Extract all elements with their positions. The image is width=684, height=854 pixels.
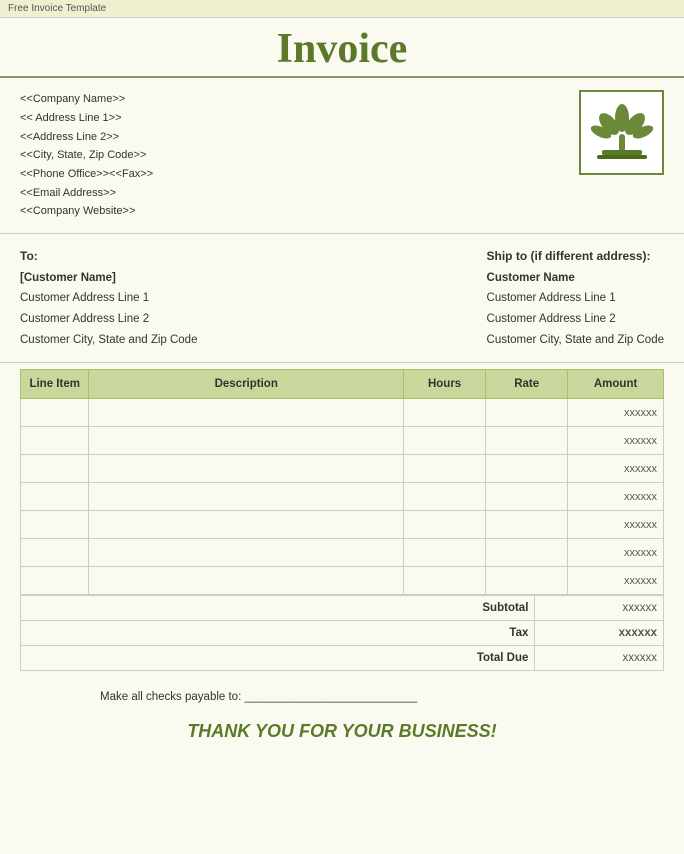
table-row: xxxxxx — [21, 539, 664, 567]
totaldue-value: xxxxxx — [535, 646, 664, 671]
ship-to-label: Ship to (if different address): — [487, 246, 664, 268]
cell-rate-1 — [486, 427, 568, 455]
bill-customer-name: [Customer Name] — [20, 268, 197, 289]
cell-hours-4 — [404, 511, 486, 539]
subtotal-row: Subtotal xxxxxx — [21, 596, 664, 621]
cell-amount-0: xxxxxx — [568, 399, 664, 427]
subtotal-label: Subtotal — [21, 596, 535, 621]
cell-desc-4 — [89, 511, 404, 539]
cell-lineitem-1 — [21, 427, 89, 455]
ship-address1: Customer Address Line 1 — [487, 288, 664, 309]
cell-amount-6: xxxxxx — [568, 567, 664, 595]
cell-rate-0 — [486, 399, 568, 427]
thank-you: THANK YOU FOR YOUR BUSINESS! — [20, 721, 664, 742]
logo-svg — [587, 98, 657, 168]
top-bar-label: Free Invoice Template — [8, 3, 106, 14]
company-address1: << Address Line 1>> — [20, 109, 153, 128]
company-info: <<Company Name>> << Address Line 1>> <<A… — [20, 90, 153, 221]
tax-value: xxxxxx — [535, 621, 664, 646]
invoice-title: Invoice — [0, 26, 684, 72]
col-header-description: Description — [89, 370, 404, 399]
ship-to: Ship to (if different address): Customer… — [487, 246, 664, 350]
cell-lineitem-4 — [21, 511, 89, 539]
table-row: xxxxxx — [21, 427, 664, 455]
cell-amount-1: xxxxxx — [568, 427, 664, 455]
cell-rate-5 — [486, 539, 568, 567]
ship-address2: Customer Address Line 2 — [487, 309, 664, 330]
checks-payable: Make all checks payable to: ____________… — [20, 691, 664, 703]
cell-amount-4: xxxxxx — [568, 511, 664, 539]
cell-desc-5 — [89, 539, 404, 567]
table-row: xxxxxx — [21, 567, 664, 595]
cell-desc-6 — [89, 567, 404, 595]
company-phone: <<Phone Office>><<Fax>> — [20, 165, 153, 184]
bill-to: To: [Customer Name] Customer Address Lin… — [20, 246, 197, 350]
totaldue-row: Total Due xxxxxx — [21, 646, 664, 671]
cell-hours-2 — [404, 455, 486, 483]
cell-rate-2 — [486, 455, 568, 483]
cell-desc-2 — [89, 455, 404, 483]
totals-section: Subtotal xxxxxx Tax xxxxxx Total Due xxx… — [0, 595, 684, 671]
table-row: xxxxxx — [21, 399, 664, 427]
tax-row: Tax xxxxxx — [21, 621, 664, 646]
cell-rate-3 — [486, 483, 568, 511]
address-section: To: [Customer Name] Customer Address Lin… — [0, 234, 684, 363]
cell-hours-3 — [404, 483, 486, 511]
cell-amount-2: xxxxxx — [568, 455, 664, 483]
ship-customer-name: Customer Name — [487, 268, 664, 289]
cell-rate-4 — [486, 511, 568, 539]
cell-hours-5 — [404, 539, 486, 567]
cell-hours-1 — [404, 427, 486, 455]
company-city: <<City, State, Zip Code>> — [20, 146, 153, 165]
totaldue-label: Total Due — [21, 646, 535, 671]
totals-table: Subtotal xxxxxx Tax xxxxxx Total Due xxx… — [20, 595, 664, 671]
cell-hours-0 — [404, 399, 486, 427]
table-row: xxxxxx — [21, 455, 664, 483]
cell-lineitem-0 — [21, 399, 89, 427]
bill-city: Customer City, State and Zip Code — [20, 330, 197, 351]
table-header-row: Line Item Description Hours Rate Amount — [21, 370, 664, 399]
company-website: <<Company Website>> — [20, 202, 153, 221]
cell-amount-3: xxxxxx — [568, 483, 664, 511]
company-name: <<Company Name>> — [20, 90, 153, 109]
page-wrapper: Free Invoice Template Invoice <<Company … — [0, 0, 684, 854]
cell-amount-5: xxxxxx — [568, 539, 664, 567]
top-bar: Free Invoice Template — [0, 0, 684, 18]
cell-desc-1 — [89, 427, 404, 455]
company-address2: <<Address Line 2>> — [20, 128, 153, 147]
invoice-table: Line Item Description Hours Rate Amount … — [20, 369, 664, 595]
cell-lineitem-5 — [21, 539, 89, 567]
bill-to-label: To: — [20, 246, 197, 268]
company-logo-row: <<Company Name>> << Address Line 1>> <<A… — [0, 78, 684, 234]
company-logo — [579, 90, 664, 175]
footer-section: Make all checks payable to: ____________… — [0, 671, 684, 752]
col-header-amount: Amount — [568, 370, 664, 399]
ship-city: Customer City, State and Zip Code — [487, 330, 664, 351]
bill-address1: Customer Address Line 1 — [20, 288, 197, 309]
cell-rate-6 — [486, 567, 568, 595]
bill-address2: Customer Address Line 2 — [20, 309, 197, 330]
cell-desc-3 — [89, 483, 404, 511]
cell-lineitem-6 — [21, 567, 89, 595]
table-section: Line Item Description Hours Rate Amount … — [0, 369, 684, 595]
cell-desc-0 — [89, 399, 404, 427]
table-row: xxxxxx — [21, 483, 664, 511]
cell-lineitem-2 — [21, 455, 89, 483]
col-header-lineitem: Line Item — [21, 370, 89, 399]
col-header-hours: Hours — [404, 370, 486, 399]
table-row: xxxxxx — [21, 511, 664, 539]
header-section: Invoice — [0, 18, 684, 78]
tax-label: Tax — [21, 621, 535, 646]
cell-lineitem-3 — [21, 483, 89, 511]
col-header-rate: Rate — [486, 370, 568, 399]
cell-hours-6 — [404, 567, 486, 595]
subtotal-value: xxxxxx — [535, 596, 664, 621]
company-email: <<Email Address>> — [20, 184, 153, 203]
